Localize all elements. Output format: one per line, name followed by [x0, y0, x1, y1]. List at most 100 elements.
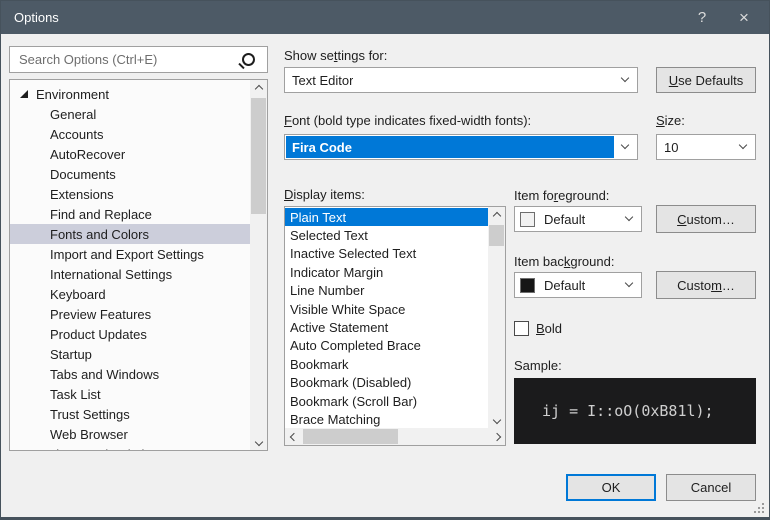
- display-item-line-number[interactable]: Line Number: [285, 282, 488, 300]
- display-item-inactive-selected-text[interactable]: Inactive Selected Text: [285, 245, 488, 263]
- tree-item-trust-settings[interactable]: Trust Settings: [10, 404, 250, 424]
- sample-preview: ij = I::oO(0xB81l);: [514, 378, 756, 444]
- custom-background-button[interactable]: Custom…: [656, 271, 756, 299]
- close-icon: ×: [739, 8, 749, 28]
- expander-expanded-icon[interactable]: [20, 87, 36, 101]
- sample-label: Sample:: [514, 358, 562, 373]
- custom-background-label: Custom…: [677, 278, 735, 293]
- tree-item-import-and-export-settings[interactable]: Import and Export Settings: [10, 244, 250, 264]
- tree-item-label: Web Browser: [50, 427, 128, 442]
- chevron-down-icon: [739, 141, 747, 149]
- font-combo[interactable]: Fira Code: [284, 134, 638, 160]
- show-settings-for-value: Text Editor: [292, 73, 353, 88]
- custom-foreground-label: Custom…: [677, 212, 735, 227]
- display-item-selected-text[interactable]: Selected Text: [285, 226, 488, 244]
- bold-checkbox[interactable]: [514, 321, 529, 336]
- ok-button-label: OK: [602, 480, 621, 495]
- size-label: Size:: [656, 113, 685, 128]
- display-item-indicator-margin[interactable]: Indicator Margin: [285, 263, 488, 281]
- tree-item-label: Keyboard: [50, 287, 106, 302]
- chevron-down-icon: [621, 74, 629, 82]
- item-background-label: Item background:: [514, 254, 614, 269]
- chevron-down-icon: [254, 437, 262, 445]
- tree-item-label: Trust Settings: [50, 407, 130, 422]
- scroll-up-button[interactable]: [488, 207, 505, 224]
- display-item-bookmark-scroll-bar[interactable]: Bookmark (Scroll Bar): [285, 392, 488, 410]
- tree-item-projects-and-solutions[interactable]: Projects and Solutions: [10, 444, 250, 451]
- tree-item-tabs-and-windows[interactable]: Tabs and Windows: [10, 364, 250, 384]
- search-input[interactable]: [17, 51, 242, 68]
- search-box: [9, 46, 268, 73]
- display-item-brace-matching[interactable]: Brace Matching: [285, 410, 488, 428]
- display-item-auto-completed-brace[interactable]: Auto Completed Brace: [285, 337, 488, 355]
- display-items-rows: Plain TextSelected TextInactive Selected…: [285, 208, 488, 429]
- tree-item-label: AutoRecover: [50, 147, 125, 162]
- tree-item-label: Documents: [50, 167, 116, 182]
- bold-checkbox-row: Bold: [514, 321, 562, 336]
- tree-item-startup[interactable]: Startup: [10, 344, 250, 364]
- custom-foreground-button[interactable]: Custom…: [656, 205, 756, 233]
- display-item-active-statement[interactable]: Active Statement: [285, 318, 488, 336]
- tree-item-product-updates[interactable]: Product Updates: [10, 324, 250, 344]
- display-item-bookmark[interactable]: Bookmark: [285, 355, 488, 373]
- tree-item-label: Tabs and Windows: [50, 367, 159, 382]
- display-items-label: Display items:: [284, 187, 365, 202]
- tree-item-keyboard[interactable]: Keyboard: [10, 284, 250, 304]
- tree-item-web-browser[interactable]: Web Browser: [10, 424, 250, 444]
- expander-collapsed-icon[interactable]: [20, 447, 36, 451]
- cancel-button-label: Cancel: [691, 480, 731, 495]
- list-horizontal-scrollbar[interactable]: [285, 428, 505, 445]
- scrollbar-thumb[interactable]: [303, 429, 398, 444]
- sample-text: ij = I::oO(0xB81l);: [542, 402, 714, 420]
- resize-grip-icon[interactable]: [762, 511, 764, 513]
- chevron-left-icon: [289, 432, 297, 440]
- tree-item-find-and-replace[interactable]: Find and Replace: [10, 204, 250, 224]
- tree-item-international-settings[interactable]: International Settings: [10, 264, 250, 284]
- use-defaults-button[interactable]: Use Defaults: [656, 67, 756, 93]
- chevron-down-icon: [621, 141, 629, 149]
- list-vertical-scrollbar[interactable]: [488, 207, 505, 428]
- tree-item-general[interactable]: General: [10, 104, 250, 124]
- tree-item-label: International Settings: [50, 267, 172, 282]
- tree-item-preview-features[interactable]: Preview Features: [10, 304, 250, 324]
- display-item-visible-white-space[interactable]: Visible White Space: [285, 300, 488, 318]
- scroll-up-button[interactable]: [250, 80, 267, 97]
- display-items-list: Plain TextSelected TextInactive Selected…: [284, 206, 506, 446]
- tree-item-extensions[interactable]: Extensions: [10, 184, 250, 204]
- font-size-value: 10: [664, 140, 678, 155]
- item-foreground-value: Default: [544, 212, 585, 227]
- item-foreground-combo[interactable]: Default: [514, 206, 642, 232]
- tree-item-label: General: [50, 107, 96, 122]
- cancel-button[interactable]: Cancel: [666, 474, 756, 501]
- font-value: Fira Code: [286, 136, 614, 158]
- scroll-right-button[interactable]: [488, 428, 505, 445]
- help-button[interactable]: ?: [681, 1, 723, 34]
- tree-item-environment[interactable]: Environment: [10, 84, 250, 104]
- scrollbar-thumb[interactable]: [489, 225, 504, 246]
- scrollbar-thumb[interactable]: [251, 98, 266, 214]
- window-title: Options: [14, 10, 59, 25]
- show-settings-for-combo[interactable]: Text Editor: [284, 67, 638, 93]
- tree-item-task-list[interactable]: Task List: [10, 384, 250, 404]
- foreground-color-swatch: [520, 212, 535, 227]
- tree-item-label: Extensions: [50, 187, 114, 202]
- tree-vertical-scrollbar[interactable]: [250, 80, 267, 450]
- tree-item-fonts-and-colors[interactable]: Fonts and Colors: [10, 224, 250, 244]
- display-item-bookmark-disabled[interactable]: Bookmark (Disabled): [285, 374, 488, 392]
- tree-item-label: Preview Features: [50, 307, 151, 322]
- tree-item-label: Product Updates: [50, 327, 147, 342]
- tree-item-documents[interactable]: Documents: [10, 164, 250, 184]
- tree-item-accounts[interactable]: Accounts: [10, 124, 250, 144]
- ok-button[interactable]: OK: [566, 474, 656, 501]
- tree-item-label: Import and Export Settings: [50, 247, 204, 262]
- scroll-left-button[interactable]: [285, 428, 302, 445]
- close-button[interactable]: ×: [723, 1, 765, 34]
- font-size-combo[interactable]: 10: [656, 134, 756, 160]
- item-background-value: Default: [544, 278, 585, 293]
- options-tree: Environment General Accounts AutoRecover Doc…: [9, 79, 268, 451]
- scroll-down-button[interactable]: [250, 433, 267, 450]
- scroll-down-button[interactable]: [488, 411, 505, 428]
- item-background-combo[interactable]: Default: [514, 272, 642, 298]
- display-item-plain-text[interactable]: Plain Text: [285, 208, 488, 226]
- tree-item-autorecover[interactable]: AutoRecover: [10, 144, 250, 164]
